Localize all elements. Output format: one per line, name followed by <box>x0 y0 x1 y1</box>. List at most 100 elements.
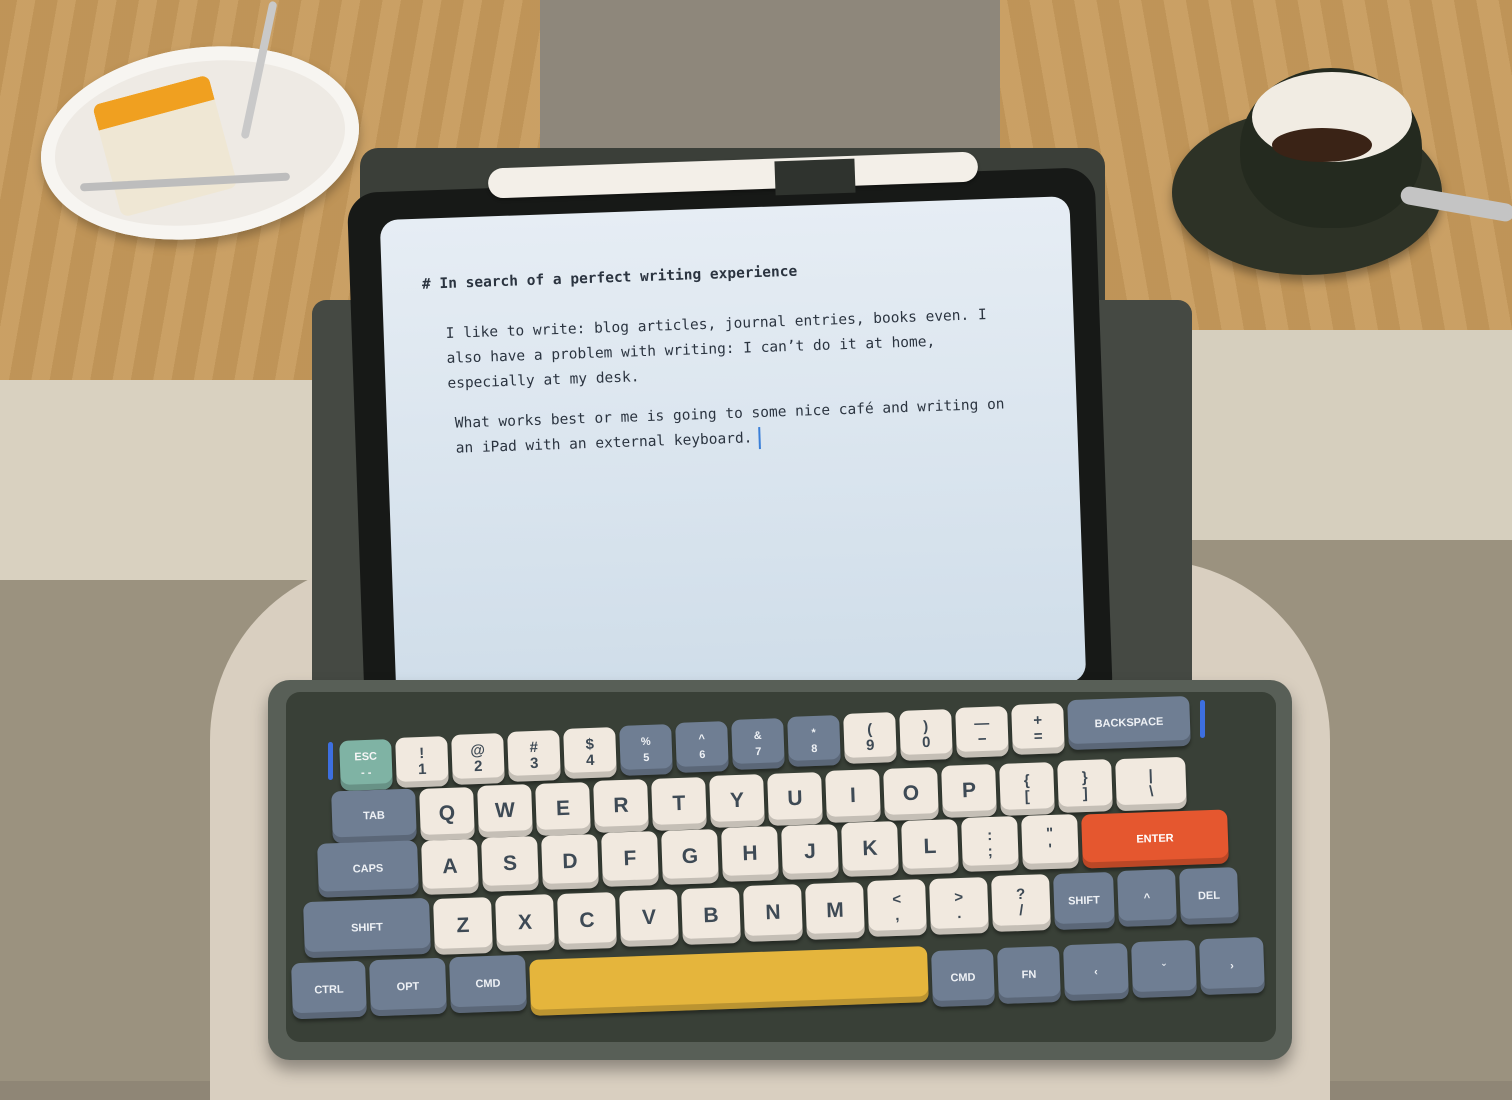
key-sublabel: - - <box>360 766 372 780</box>
key-symbol[interactable]: $4 <box>563 727 617 779</box>
key-label: * <box>811 726 817 740</box>
key-c[interactable]: C <box>557 891 617 950</box>
key-symbol[interactable]: ) 0 <box>899 709 953 761</box>
key-s[interactable]: S <box>481 836 539 892</box>
key-symbol[interactable]: #3 <box>507 730 561 782</box>
coffee <box>1272 128 1372 162</box>
key-enter[interactable]: ENTER <box>1081 809 1229 869</box>
key-sublabel: 7 <box>755 745 762 759</box>
key-sublabel: 3 <box>529 754 539 773</box>
key-label: ! <box>418 744 425 763</box>
key-sublabel: − <box>977 730 987 749</box>
key-symbol[interactable]: >. <box>929 876 989 935</box>
key-caps[interactable]: CAPS <box>317 840 419 898</box>
key-label: @ <box>470 741 486 760</box>
key-label: < <box>892 890 902 909</box>
key-label: > <box>954 888 964 906</box>
key-symbol[interactable]: ˇ <box>1131 939 1197 999</box>
key-shift[interactable]: SHIFT <box>303 897 431 959</box>
key-label: | <box>1148 766 1154 784</box>
key-symbol[interactable]: | \ <box>1115 756 1187 811</box>
key-w[interactable]: W <box>477 784 533 838</box>
pencil-holder-band <box>774 158 856 196</box>
key-symbol[interactable]: % 5 <box>619 724 673 776</box>
key-p[interactable]: P <box>941 764 997 818</box>
key-sublabel: 8 <box>811 742 818 756</box>
key-sublabel: ] <box>1082 784 1089 803</box>
key-sublabel: 2 <box>473 757 483 776</box>
key-del[interactable]: DEL <box>1179 866 1239 925</box>
key-b[interactable]: B <box>681 886 741 945</box>
key-m[interactable]: M <box>805 881 865 940</box>
key-h[interactable]: H <box>721 826 779 882</box>
key-sublabel: 4 <box>585 751 595 770</box>
text-cursor <box>757 427 761 450</box>
key-symbol[interactable]: {[ <box>999 761 1055 816</box>
key-cmd[interactable]: CMD <box>931 948 995 1008</box>
key-sublabel: . <box>956 904 962 922</box>
key-symbol[interactable]: :; <box>961 816 1019 872</box>
key-symbol[interactable]: ? / <box>991 874 1051 932</box>
key-ctrl[interactable]: CTRL <box>291 960 367 1020</box>
keyboard-indicator-light <box>328 742 333 780</box>
key-symbol[interactable]: * 8 <box>787 715 841 767</box>
key-j[interactable]: J <box>781 823 839 880</box>
key-backspace[interactable]: BACKSPACE <box>1067 695 1191 751</box>
key-symbol[interactable]: <, <box>867 879 927 937</box>
key-o[interactable]: O <box>883 766 939 821</box>
key-a[interactable]: A <box>421 838 479 895</box>
key-symbol[interactable]: }] <box>1057 759 1113 813</box>
key-sublabel: 0 <box>921 733 931 752</box>
key-label: % <box>640 735 651 749</box>
key-sublabel: 1 <box>417 760 427 779</box>
key-symbol[interactable]: — − <box>955 706 1009 758</box>
key-l[interactable]: L <box>901 818 959 875</box>
key-x[interactable]: X <box>495 894 555 952</box>
key-t[interactable]: T <box>651 776 707 831</box>
key-label: # <box>529 738 539 757</box>
key-symbol[interactable]: ^ 6 <box>675 721 729 773</box>
key-symbol[interactable]: ^ <box>1117 869 1177 927</box>
key-r[interactable]: R <box>593 779 649 833</box>
key-f[interactable]: F <box>601 831 659 887</box>
key-n[interactable]: N <box>743 884 803 942</box>
key-cmd[interactable]: CMD <box>449 954 527 1014</box>
key-symbol[interactable]: (9 <box>843 712 897 764</box>
paragraph-2-line-text: an iPad with an external keyboard. <box>455 430 753 457</box>
key-symbol[interactable]: ! 1 <box>395 736 449 788</box>
key-k[interactable]: K <box>841 821 899 877</box>
key-tab[interactable]: TAB <box>331 788 417 844</box>
key-esc[interactable]: ESC - - <box>339 739 393 791</box>
key-g[interactable]: G <box>661 828 719 885</box>
key-label: } <box>1081 768 1088 787</box>
key-sublabel: , <box>894 906 900 925</box>
key-symbol[interactable]: ‹ <box>1063 942 1129 1002</box>
key-fn[interactable]: FN <box>997 945 1061 1005</box>
key-d[interactable]: D <box>541 833 599 890</box>
key-shift[interactable]: SHIFT <box>1053 871 1115 930</box>
key-label: ( <box>866 720 873 739</box>
key-e[interactable]: E <box>535 781 591 836</box>
key-sublabel: / <box>1018 901 1024 920</box>
key-sublabel: ; <box>987 842 994 861</box>
key-symbol[interactable]: + = <box>1011 703 1065 755</box>
key-u[interactable]: U <box>767 771 823 826</box>
document-heading: # In search of a perfect writing experie… <box>421 263 798 293</box>
paragraph-2: What works best or me is going to some n… <box>454 393 1005 462</box>
key-sublabel: [ <box>1024 787 1031 805</box>
key-symbol[interactable]: & 7 <box>731 718 785 770</box>
key-y[interactable]: Y <box>709 774 765 828</box>
key-z[interactable]: Z <box>433 896 493 955</box>
key-symbol[interactable]: › <box>1199 936 1265 996</box>
key-sublabel: = <box>1033 727 1043 746</box>
key-v[interactable]: V <box>619 889 679 947</box>
key-sublabel: \ <box>1148 782 1154 800</box>
key-i[interactable]: I <box>825 769 881 823</box>
key-symbol[interactable]: @2 <box>451 733 505 785</box>
key-label: " <box>1045 824 1054 842</box>
key-opt[interactable]: OPT <box>369 957 447 1017</box>
key-q[interactable]: Q <box>419 786 475 841</box>
key-symbol[interactable]: " ' <box>1021 813 1079 870</box>
key-label: $ <box>585 735 595 754</box>
ipad-screen[interactable]: # In search of a perfect writing experie… <box>379 196 1087 706</box>
